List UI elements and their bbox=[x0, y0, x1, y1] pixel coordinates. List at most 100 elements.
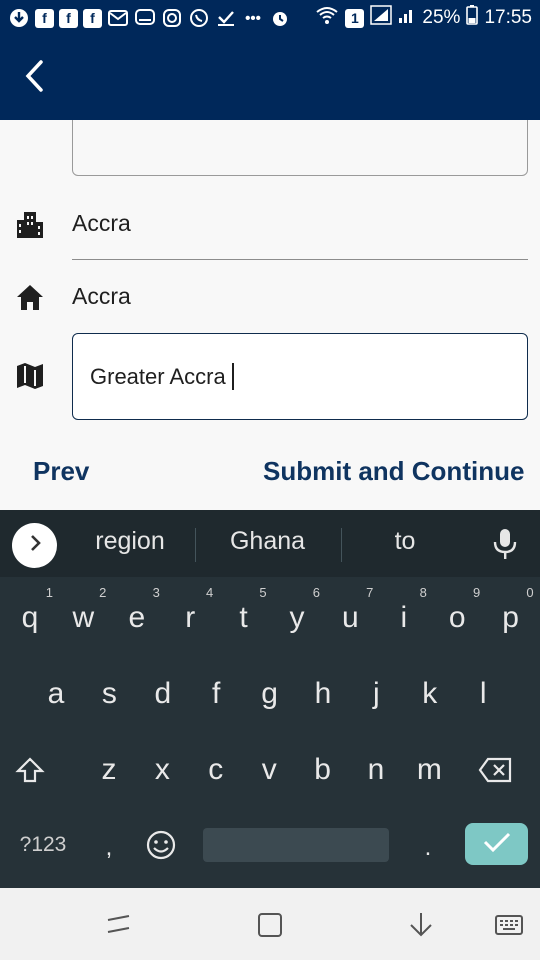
key-a[interactable]: a bbox=[29, 664, 83, 724]
key-label: o bbox=[448, 601, 466, 634]
suggestion-divider bbox=[195, 528, 196, 562]
prev-button[interactable]: Prev bbox=[33, 456, 89, 487]
keyboard-switch-icon[interactable] bbox=[494, 910, 524, 940]
key-x[interactable]: x bbox=[135, 740, 189, 800]
instagram-icon bbox=[161, 7, 183, 29]
key-label: n bbox=[367, 753, 385, 786]
key-l[interactable]: l bbox=[456, 664, 510, 724]
microphone-icon[interactable] bbox=[492, 527, 518, 561]
key-label: y bbox=[289, 601, 305, 634]
key-label: l bbox=[479, 677, 487, 710]
soft-keyboard: region Ghana to q1w2e3r4t5y6u7i8o9p0 asd… bbox=[0, 510, 540, 888]
key-i[interactable]: i8 bbox=[377, 586, 431, 648]
key-v[interactable]: v bbox=[242, 740, 296, 800]
facebook-icon: f bbox=[59, 8, 78, 28]
key-k[interactable]: k bbox=[403, 664, 457, 724]
back-button[interactable] bbox=[14, 56, 54, 100]
key-q[interactable]: q1 bbox=[3, 586, 57, 648]
app-bar bbox=[0, 36, 540, 120]
alarm-icon bbox=[269, 7, 291, 29]
period-key[interactable]: . bbox=[401, 818, 455, 878]
key-label: c bbox=[208, 753, 224, 786]
notification-icons: f f f ••• bbox=[8, 7, 315, 29]
symbols-key[interactable]: ?123 bbox=[12, 815, 74, 875]
check-icon bbox=[215, 7, 237, 29]
key-c[interactable]: c bbox=[189, 740, 243, 800]
backspace-key[interactable] bbox=[468, 740, 522, 800]
city-icon bbox=[14, 208, 46, 240]
text-cursor bbox=[231, 363, 234, 390]
enter-key[interactable] bbox=[465, 823, 528, 865]
check-icon bbox=[482, 831, 512, 858]
key-n[interactable]: n bbox=[349, 740, 403, 800]
key-hint: 0 bbox=[526, 585, 534, 600]
address-field[interactable] bbox=[72, 120, 528, 176]
city-value: Accra bbox=[72, 210, 131, 236]
key-hint: 5 bbox=[259, 585, 267, 600]
space-key[interactable] bbox=[203, 828, 389, 862]
shift-key[interactable] bbox=[3, 740, 57, 800]
key-r[interactable]: r4 bbox=[163, 586, 217, 648]
message-icon bbox=[134, 7, 156, 29]
key-w[interactable]: w2 bbox=[56, 586, 110, 648]
system-indicators: 1 25% 17:55 bbox=[315, 5, 532, 31]
comma-key[interactable]: , bbox=[82, 818, 136, 878]
key-label: m bbox=[416, 753, 442, 786]
key-label: s bbox=[101, 677, 117, 710]
key-t[interactable]: t5 bbox=[217, 585, 271, 648]
key-label: a bbox=[47, 677, 65, 710]
home-icon[interactable] bbox=[256, 910, 286, 940]
key-m[interactable]: m bbox=[402, 740, 456, 800]
status-bar: f f f ••• 1 25% 17:55 bbox=[0, 0, 540, 36]
key-p[interactable]: p0 bbox=[484, 585, 538, 648]
suggestion-item[interactable]: Ghana bbox=[205, 527, 330, 556]
key-b[interactable]: b bbox=[296, 740, 350, 800]
key-s[interactable]: s bbox=[82, 664, 136, 724]
key-label: e bbox=[128, 601, 146, 634]
submit-continue-button[interactable]: Submit and Continue bbox=[263, 456, 524, 487]
key-o[interactable]: o9 bbox=[430, 586, 484, 648]
key-hint: 6 bbox=[312, 585, 320, 600]
key-d[interactable]: d bbox=[136, 664, 190, 724]
more-icon: ••• bbox=[245, 9, 261, 27]
emoji-key[interactable] bbox=[134, 815, 188, 875]
signal-icon bbox=[370, 5, 393, 31]
region-value: Greater Accra bbox=[90, 363, 226, 389]
key-u[interactable]: u7 bbox=[323, 585, 377, 648]
clock: 17:55 bbox=[484, 7, 532, 28]
key-y[interactable]: y6 bbox=[270, 585, 324, 648]
region-input[interactable]: Greater Accra bbox=[72, 333, 528, 420]
mail-icon bbox=[107, 7, 129, 29]
suggestion-item[interactable]: region bbox=[70, 527, 190, 556]
key-label: w bbox=[72, 601, 95, 634]
signal-icon bbox=[398, 6, 416, 30]
suggestion-divider bbox=[341, 528, 342, 562]
town-value: Accra bbox=[72, 283, 131, 309]
key-label: d bbox=[154, 677, 172, 710]
recents-icon[interactable] bbox=[104, 910, 134, 940]
navigation-bar bbox=[0, 888, 540, 960]
key-hint: 3 bbox=[152, 585, 160, 600]
key-f[interactable]: f bbox=[189, 664, 243, 724]
chevron-right-icon bbox=[28, 533, 42, 558]
facebook-icon: f bbox=[83, 8, 102, 28]
back-icon[interactable] bbox=[406, 910, 436, 940]
key-label: v bbox=[261, 753, 277, 786]
key-h[interactable]: h bbox=[296, 664, 350, 724]
key-label: t bbox=[239, 601, 248, 634]
city-field[interactable]: Accra bbox=[72, 210, 528, 260]
key-hint: 7 bbox=[366, 585, 374, 600]
key-j[interactable]: j bbox=[349, 664, 403, 724]
town-field[interactable]: Accra bbox=[72, 283, 528, 323]
key-label: i bbox=[400, 601, 408, 634]
suggestion-item[interactable]: to bbox=[350, 527, 460, 556]
key-g[interactable]: g bbox=[243, 664, 297, 724]
key-label: g bbox=[261, 677, 278, 710]
expand-suggestions-button[interactable] bbox=[12, 523, 57, 568]
key-z[interactable]: z bbox=[82, 740, 136, 800]
battery-icon bbox=[466, 5, 479, 31]
key-label: p bbox=[502, 601, 519, 634]
key-label: k bbox=[422, 677, 438, 710]
download-icon bbox=[8, 7, 30, 29]
key-e[interactable]: e3 bbox=[110, 585, 164, 648]
